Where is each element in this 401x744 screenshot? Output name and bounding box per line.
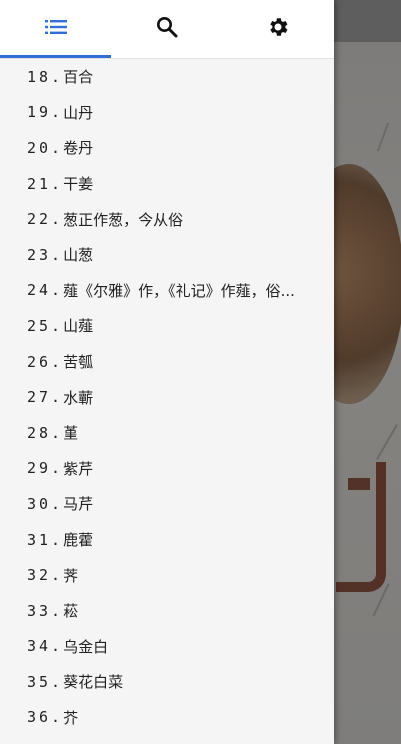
list-item[interactable]: 34. 乌金白 <box>0 629 334 665</box>
item-number: 36. <box>27 708 64 727</box>
item-title: 苦瓠 <box>63 353 94 372</box>
list-item[interactable]: 26. 苦瓠 <box>0 344 334 380</box>
background-toolbar <box>334 0 401 42</box>
brush-mark <box>376 122 390 152</box>
item-number: 24. <box>27 281 64 300</box>
herb-basket-image <box>334 164 401 404</box>
list-item[interactable]: 25. 山薤 <box>0 308 334 344</box>
drawer-tab-bar <box>0 0 334 59</box>
list-item[interactable]: 21. 干姜 <box>0 166 334 202</box>
item-number: 20. <box>27 138 64 157</box>
item-title: 薤《尔雅》作，《礼记》作薤，俗... <box>63 281 295 300</box>
item-number: 22. <box>27 210 64 229</box>
tab-search[interactable] <box>111 0 222 58</box>
item-title: 山丹 <box>63 103 94 122</box>
item-number: 25. <box>27 316 64 335</box>
item-number: 19. <box>27 103 64 122</box>
calligraphy-stroke-small <box>348 478 370 490</box>
item-number: 21. <box>27 174 64 193</box>
item-number: 26. <box>27 352 64 371</box>
item-number: 33. <box>27 601 64 620</box>
tab-contents[interactable] <box>0 0 112 58</box>
brush-mark <box>376 424 398 460</box>
list-item[interactable]: 29. 紫芹 <box>0 451 334 487</box>
background-cover-art <box>334 42 401 744</box>
item-title: 乌金白 <box>63 637 109 656</box>
list-item[interactable]: 22. 葱正作葱，今从俗 <box>0 201 334 237</box>
list-icon <box>44 19 67 39</box>
tab-settings[interactable] <box>223 0 334 58</box>
list-item[interactable]: 27. 水蘄 <box>0 379 334 415</box>
list-item[interactable]: 30. 马芹 <box>0 486 334 522</box>
item-number: 35. <box>27 672 64 691</box>
list-item[interactable]: 35. 葵花白菜 <box>0 664 334 700</box>
list-item[interactable]: 19. 山丹 <box>0 95 334 131</box>
item-number: 30. <box>27 494 64 513</box>
list-item[interactable]: 20. 卷丹 <box>0 130 334 166</box>
list-item[interactable]: 23. 山葱 <box>0 237 334 273</box>
item-number: 34. <box>27 637 64 656</box>
item-title: 紫芹 <box>63 459 94 478</box>
item-number: 31. <box>27 530 64 549</box>
list-item[interactable]: 24. 薤《尔雅》作，《礼记》作薤，俗... <box>0 273 334 309</box>
screen: 18. 百合 19. 山丹 20. 卷丹 21. 干姜 22. 葱正作葱，今从俗 23. 山… <box>0 0 401 744</box>
item-title: 鹿藿 <box>63 531 94 550</box>
item-title: 菘 <box>63 602 79 621</box>
item-number: 27. <box>27 388 64 407</box>
search-icon <box>156 16 178 42</box>
item-number: 23. <box>27 245 64 264</box>
item-title: 干姜 <box>63 175 94 194</box>
item-title: 葱正作葱，今从俗 <box>63 210 184 229</box>
chapter-list: 18. 百合 19. 山丹 20. 卷丹 21. 干姜 22. 葱正作葱，今从俗 23. 山… <box>0 59 334 735</box>
item-title: 马芹 <box>63 495 94 514</box>
item-number: 28. <box>27 423 64 442</box>
item-number: 18. <box>27 67 64 86</box>
item-title: 水蘄 <box>63 388 94 407</box>
list-item[interactable]: 18. 百合 <box>0 59 334 95</box>
item-title: 山薤 <box>63 317 94 336</box>
item-title: 山葱 <box>63 246 94 265</box>
item-title: 卷丹 <box>63 139 94 158</box>
list-item[interactable]: 36. 芥 <box>0 700 334 736</box>
navigation-drawer: 18. 百合 19. 山丹 20. 卷丹 21. 干姜 22. 葱正作葱，今从俗 23. 山… <box>0 0 334 744</box>
item-number: 32. <box>27 566 64 585</box>
item-number: 29. <box>27 459 64 478</box>
gear-icon <box>266 15 290 43</box>
item-title: 百合 <box>63 68 94 87</box>
item-title: 荠 <box>63 566 79 585</box>
list-item[interactable]: 33. 菘 <box>0 593 334 629</box>
item-title: 葵花白菜 <box>63 673 124 692</box>
list-item[interactable]: 28. 堇 <box>0 415 334 451</box>
list-item[interactable]: 32. 荠 <box>0 557 334 593</box>
list-item[interactable]: 31. 鹿藿 <box>0 522 334 558</box>
item-title: 芥 <box>63 708 79 727</box>
item-title: 堇 <box>63 424 79 443</box>
